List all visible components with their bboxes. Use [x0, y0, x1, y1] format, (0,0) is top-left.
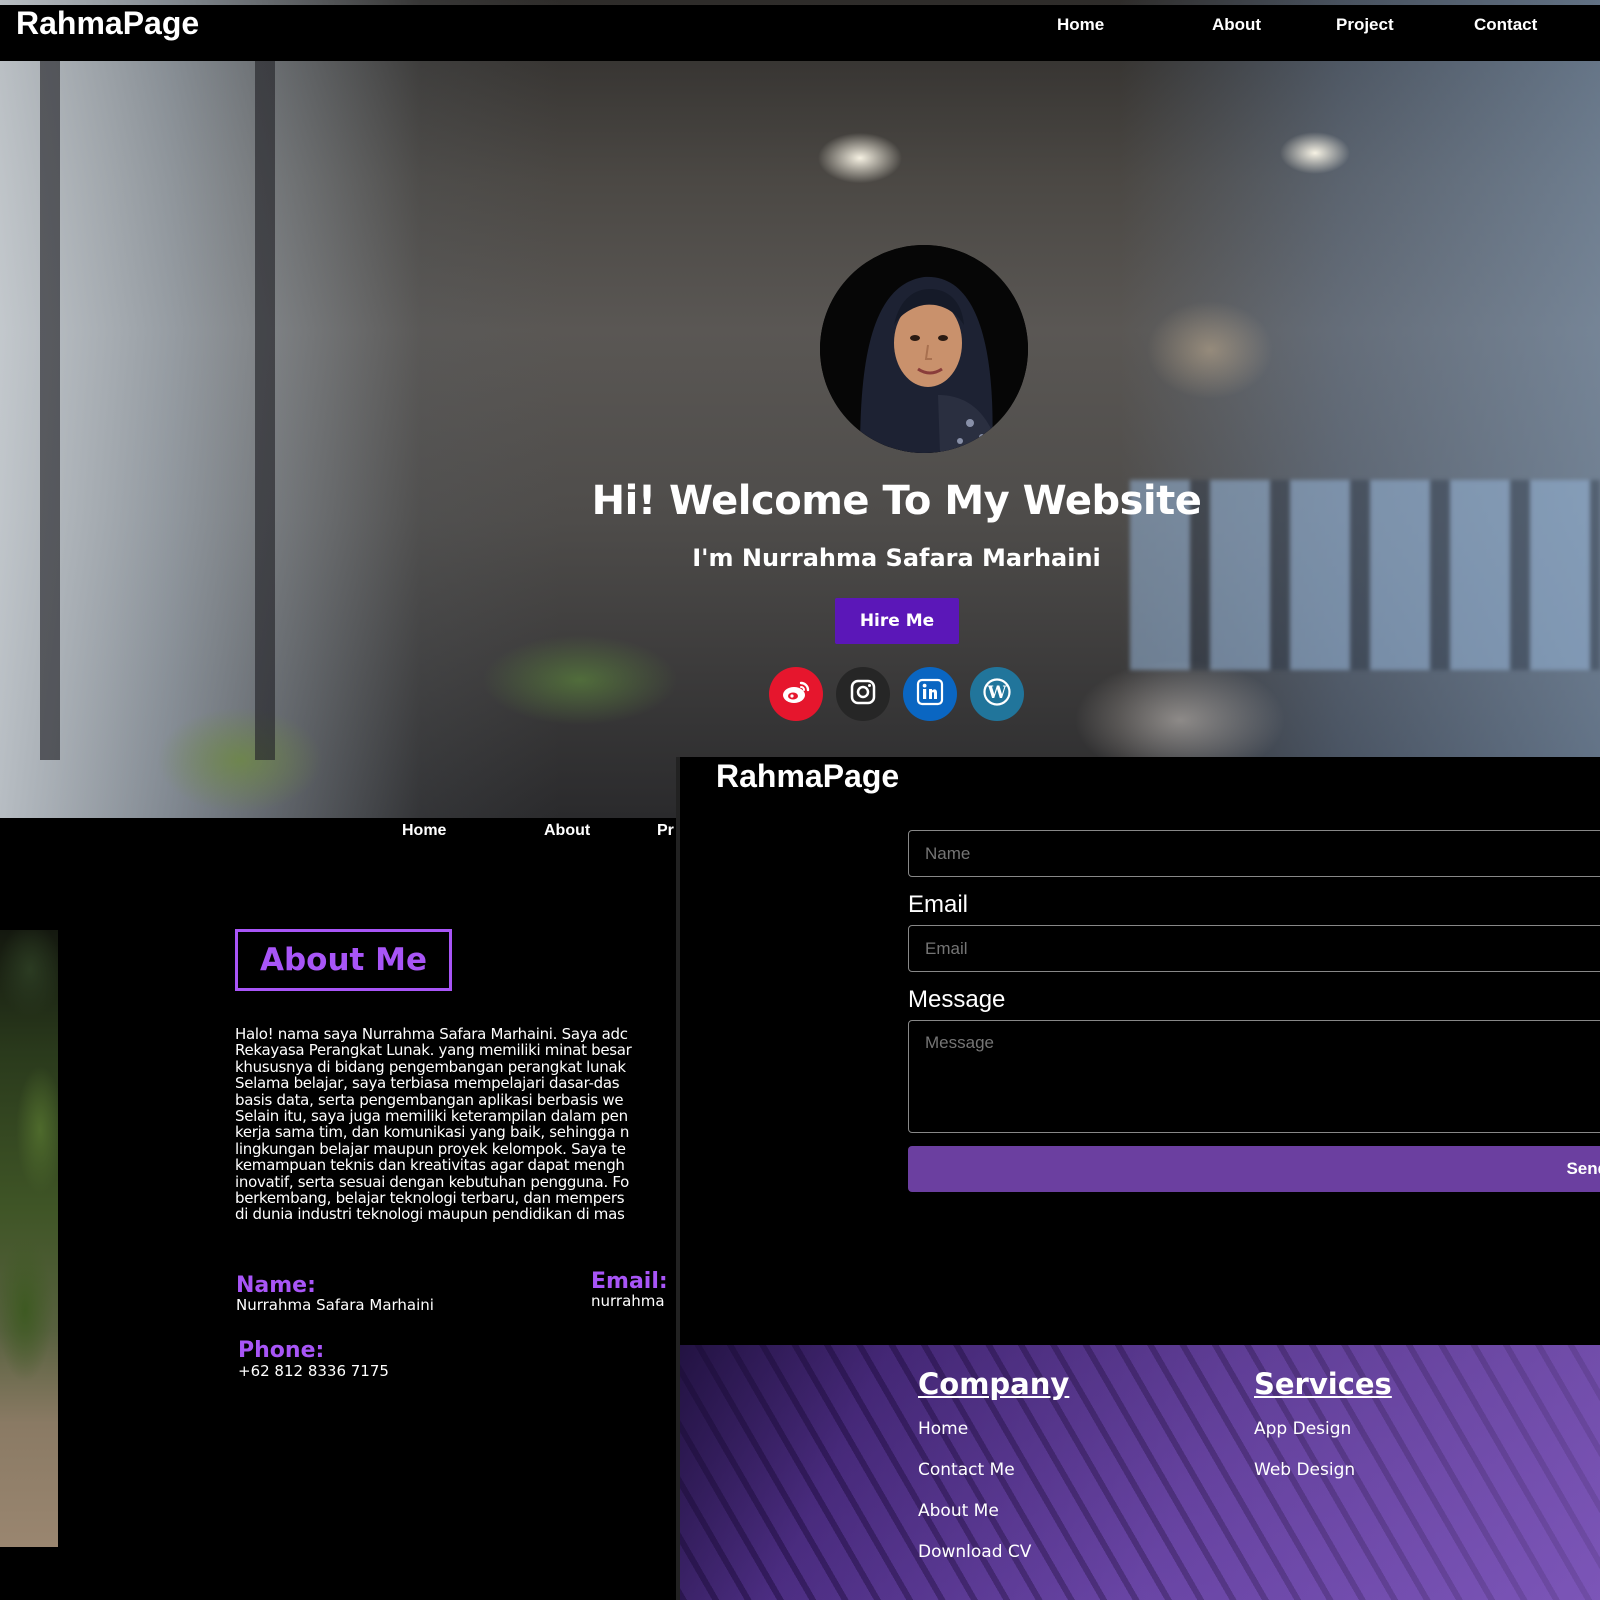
about-paragraph: Halo! nama saya Nurrahma Safara Marhaini…	[235, 1026, 676, 1223]
contact-section: RahmaPage Email Message Send Company Hom…	[676, 757, 1600, 1600]
about-photo	[0, 930, 58, 1547]
phone-value: +62 812 8336 7175	[238, 1362, 389, 1380]
phone-label: Phone:	[238, 1338, 325, 1363]
about-line: inovatif, serta sesuai dengan kebutuhan …	[235, 1172, 630, 1191]
email-value: nurrahma	[591, 1292, 665, 1310]
footer-company-heading: Company	[918, 1367, 1070, 1401]
about-line: Selama belajar, saya terbiasa mempelajar…	[235, 1074, 620, 1093]
message-field[interactable]	[908, 1020, 1600, 1133]
about-line: khususnya di bidang pengembangan perangk…	[235, 1057, 626, 1076]
wordpress-link[interactable]: W	[970, 667, 1024, 721]
top-navbar: RahmaPage Home About Project Contact	[0, 5, 1600, 61]
about-line: Halo! nama saya Nurrahma Safara Marhaini…	[235, 1025, 628, 1043]
about-line: lingkungan belajar maupun proyek kelompo…	[235, 1139, 626, 1158]
footer-link-about[interactable]: About Me	[918, 1501, 999, 1521]
footer-link-contact[interactable]: Contact Me	[918, 1460, 1015, 1480]
hero-title: Hi! Welcome To My Website	[591, 478, 1202, 524]
nav-about-link[interactable]: About	[1212, 15, 1261, 35]
hero-background-windows	[0, 60, 440, 760]
message-field-label: Message	[908, 986, 1006, 1013]
about-nav-home-link[interactable]: Home	[402, 822, 446, 840]
footer-link-app-design[interactable]: App Design	[1254, 1419, 1351, 1439]
brand-logo[interactable]: RahmaPage	[16, 5, 199, 42]
send-button[interactable]: Send	[908, 1146, 1600, 1192]
footer-services-heading: Services	[1254, 1367, 1392, 1401]
svg-text:W: W	[986, 683, 1007, 703]
nav-contact-link[interactable]: Contact	[1474, 15, 1537, 35]
footer-link-download-cv[interactable]: Download CV	[918, 1542, 1031, 1562]
linkedin-link[interactable]	[903, 667, 957, 721]
about-line: kerja sama tim, dan komunikasi yang baik…	[235, 1123, 630, 1142]
email-field[interactable]	[908, 925, 1600, 972]
contact-brand-logo[interactable]: RahmaPage	[716, 758, 899, 795]
about-line: basis data, serta pengembangan aplikasi …	[235, 1090, 624, 1109]
name-field[interactable]	[908, 830, 1600, 877]
footer-link-home[interactable]: Home	[918, 1419, 968, 1439]
hero-subtitle: I'm Nurrahma Safara Marhaini	[692, 544, 1101, 572]
instagram-icon	[849, 678, 877, 711]
about-line: Selain itu, saya juga memiliki keterampi…	[235, 1107, 628, 1126]
hero-section: RahmaPage Home About Project Contact Hi!…	[0, 0, 1600, 818]
footer-link-web-design[interactable]: Web Design	[1254, 1460, 1355, 1480]
name-value: Nurrahma Safara Marhaini	[236, 1296, 434, 1314]
about-line: di dunia industri teknologi maupun pendi…	[235, 1205, 625, 1224]
nav-home-link[interactable]: Home	[1057, 15, 1104, 35]
hire-me-button[interactable]: Hire Me	[835, 598, 959, 644]
about-line: berkembang, belajar teknologi terbaru, d…	[235, 1189, 625, 1208]
nav-project-link[interactable]: Project	[1336, 15, 1394, 35]
about-nav-about-link[interactable]: About	[544, 822, 590, 840]
about-nav-project-link[interactable]: Pr	[657, 822, 674, 840]
email-label: Email:	[591, 1269, 668, 1294]
about-section: Home About Pr About Me Halo! nama saya N…	[0, 818, 676, 1600]
profile-avatar	[820, 245, 1028, 453]
linkedin-icon	[916, 678, 944, 711]
footer: Company Home Contact Me About Me Downloa…	[680, 1345, 1600, 1600]
about-line: kemampuan teknis dan kreativitas agar da…	[235, 1156, 625, 1175]
weibo-link[interactable]	[769, 667, 823, 721]
weibo-icon	[781, 679, 811, 710]
instagram-link[interactable]	[836, 667, 890, 721]
wordpress-icon: W	[982, 677, 1012, 712]
about-heading: About Me	[235, 929, 452, 991]
name-label: Name:	[236, 1273, 316, 1298]
email-field-label: Email	[908, 891, 969, 918]
about-line: Rekayasa Perangkat Lunak. yang memiliki …	[235, 1041, 632, 1060]
